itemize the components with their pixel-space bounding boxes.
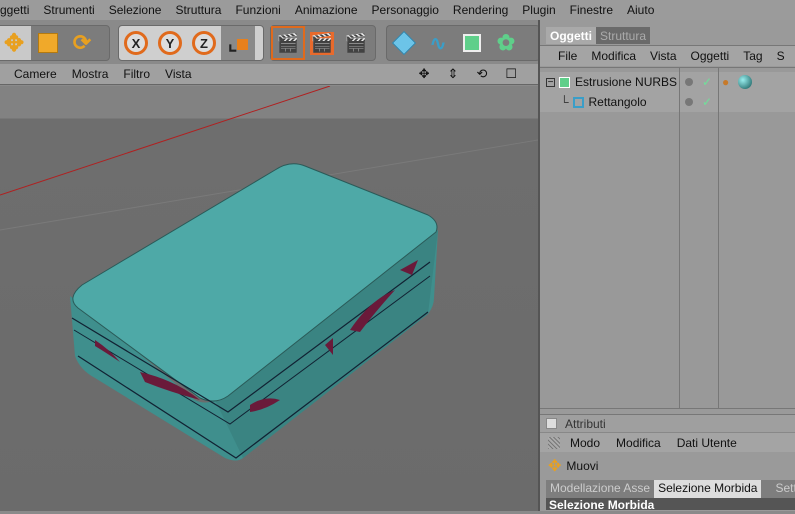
viewport-menu-vista[interactable]: Vista: [165, 67, 191, 81]
viewport-menu-mostra[interactable]: Mostra: [72, 67, 109, 81]
tab-selezione-morbida[interactable]: Selezione Morbida: [654, 480, 762, 498]
render-view-button[interactable]: 🎬: [271, 26, 305, 60]
nurbs-cube-icon: [463, 34, 481, 52]
object-list: − Estrusione NURBS ✓ ● └ Rettangolo ✓: [540, 67, 795, 409]
rotate-tool-button[interactable]: ⟳: [65, 26, 99, 60]
visibility-dot-icon[interactable]: [685, 78, 693, 86]
tab-struttura[interactable]: Struttura: [596, 27, 651, 44]
objects-menu-file[interactable]: File: [558, 49, 577, 63]
z-axis-icon: Z: [192, 31, 216, 55]
y-axis-button[interactable]: Y: [153, 26, 187, 60]
attributes-title: Attributi: [565, 416, 606, 431]
tab-settings[interactable]: Sett: [771, 480, 795, 498]
objects-group: ∿ ✿: [386, 25, 540, 61]
rotate-view-icon[interactable]: ⟲: [476, 66, 487, 82]
clapperboard-icon: 🎬: [276, 32, 300, 53]
z-axis-button[interactable]: Z: [187, 26, 221, 60]
object-row-estrusione-nurbs[interactable]: − Estrusione NURBS ✓ ●: [540, 72, 795, 92]
render-group: 🎬 🎬 🎬: [270, 25, 376, 61]
tool-name: Muovi: [566, 459, 599, 473]
menu-finestre[interactable]: Finestre: [570, 3, 613, 17]
objects-menu-more[interactable]: S: [777, 49, 785, 63]
tree-line: └: [560, 95, 569, 109]
menu-struttura[interactable]: Struttura: [175, 3, 221, 17]
attributes-panel: Attributi Modo Modifica Dati Utente ✥ Muo…: [540, 414, 795, 510]
toolbar: ✥ ⟳ X Y Z ⌞ 🎬 🎬 🎬 ∿ ✿: [0, 22, 540, 64]
menu-aiuto[interactable]: Aiuto: [627, 3, 654, 17]
coordinate-system-icon: ⌞: [228, 31, 249, 56]
extrude-nurbs-icon: [559, 76, 570, 88]
attr-menu-dati-utente[interactable]: Dati Utente: [677, 436, 737, 450]
menu-oggetti[interactable]: ggetti: [0, 3, 29, 17]
cube-icon: [391, 30, 417, 56]
material-tag-icon[interactable]: ●: [722, 75, 729, 89]
menu-plugin[interactable]: Plugin: [522, 3, 555, 17]
menubar: ggetti Strumenti Selezione Struttura Fun…: [0, 0, 795, 20]
spline-icon: ∿: [429, 32, 447, 55]
rectangle-spline-icon: [572, 96, 584, 108]
3d-viewport[interactable]: [0, 85, 539, 511]
nurbs-button[interactable]: [455, 26, 489, 60]
render-settings-icon: 🎬: [344, 32, 368, 53]
objects-menu-vista[interactable]: Vista: [650, 49, 676, 63]
array-icon: ✿: [496, 30, 516, 55]
object-name[interactable]: Estrusione NURBS: [575, 75, 677, 89]
move-icon: ✥: [3, 29, 25, 57]
attr-menu-modo[interactable]: Modo: [570, 436, 600, 450]
x-axis-icon: X: [124, 31, 148, 55]
dolly-icon[interactable]: ⇕: [448, 66, 459, 82]
viewport-menu-camere[interactable]: Camere: [14, 67, 57, 81]
objects-menu-oggetti[interactable]: Oggetti: [691, 49, 730, 63]
tab-oggetti[interactable]: Oggetti: [546, 27, 596, 44]
x-axis-button[interactable]: X: [119, 26, 153, 60]
attributes-checkbox[interactable]: [546, 418, 557, 429]
enabled-check-icon[interactable]: ✓: [702, 75, 712, 89]
rotate-icon: ⟳: [72, 30, 92, 55]
menu-personaggio[interactable]: Personaggio: [372, 3, 439, 17]
move-tool-button[interactable]: ✥: [0, 26, 31, 60]
menu-animazione[interactable]: Animazione: [295, 3, 358, 17]
collapse-icon[interactable]: −: [546, 77, 555, 87]
spline-button[interactable]: ∿: [421, 26, 455, 60]
array-button[interactable]: ✿: [489, 26, 523, 60]
objects-menu-modifica[interactable]: Modifica: [591, 49, 636, 63]
move-view-icon[interactable]: ✥: [419, 66, 430, 82]
menu-funzioni[interactable]: Funzioni: [235, 3, 280, 17]
viewport-scene: [0, 85, 539, 461]
coordinate-system-button[interactable]: ⌞: [221, 26, 255, 60]
viewport-menubar: Camere Mostra Filtro Vista ✥ ⇕ ⟲ ☐: [0, 64, 538, 85]
enabled-check-icon[interactable]: ✓: [702, 95, 712, 109]
grip-icon[interactable]: [548, 436, 560, 449]
move-icon: ✥: [548, 458, 562, 475]
tab-modellazione-asse[interactable]: Modellazione Asse: [546, 480, 654, 498]
maximize-icon[interactable]: ☐: [505, 66, 517, 82]
scale-icon: [38, 33, 58, 53]
render-picture-viewer-button[interactable]: 🎬: [305, 26, 339, 60]
right-panel: Oggetti Struttura File Modifica Vista Og…: [538, 20, 795, 511]
render-settings-button[interactable]: 🎬: [339, 26, 373, 60]
menu-strumenti[interactable]: Strumenti: [43, 3, 94, 17]
objects-menu-tag[interactable]: Tag: [743, 49, 762, 63]
object-row-rettangolo[interactable]: └ Rettangolo ✓: [540, 92, 795, 112]
menu-rendering[interactable]: Rendering: [453, 3, 508, 17]
axis-group: X Y Z ⌞: [118, 25, 264, 61]
section-title: Selezione Morbida: [546, 498, 795, 510]
y-axis-icon: Y: [158, 31, 182, 55]
viewport-menu-filtro[interactable]: Filtro: [123, 67, 150, 81]
clapperboard-orange-icon: 🎬: [309, 31, 335, 55]
transform-group: ✥ ⟳: [0, 25, 110, 61]
menu-selezione[interactable]: Selezione: [109, 3, 162, 17]
attr-menu-modifica[interactable]: Modifica: [616, 436, 661, 450]
scale-tool-button[interactable]: [31, 26, 65, 60]
cube-button[interactable]: [387, 26, 421, 60]
object-name[interactable]: Rettangolo: [589, 95, 647, 109]
phong-tag-icon[interactable]: [738, 75, 752, 89]
objects-menubar: File Modifica Vista Oggetti Tag S: [540, 45, 795, 66]
visibility-dot-icon[interactable]: [685, 98, 693, 106]
